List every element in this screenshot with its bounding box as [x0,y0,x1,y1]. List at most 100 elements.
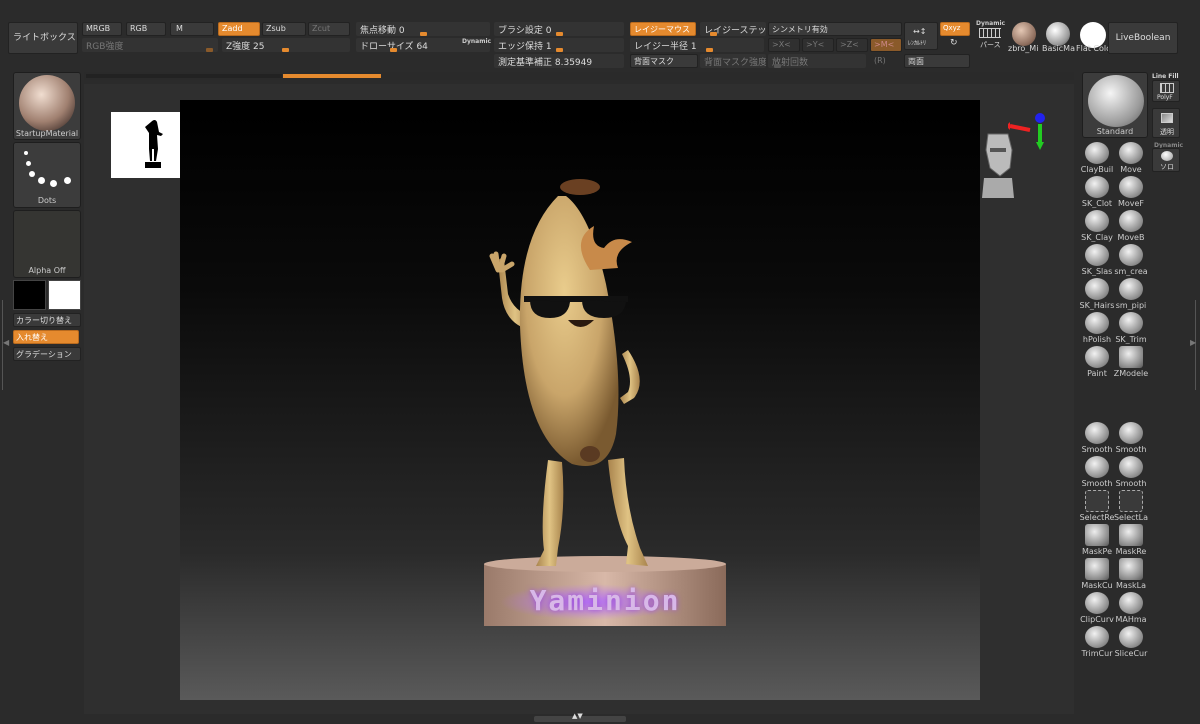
rotate-icon[interactable]: ↻ [950,38,958,48]
left-collapse-handle[interactable]: ◀ [2,300,9,390]
brush-zmodele[interactable]: ZModele [1114,346,1148,380]
both-sides-button[interactable]: 両面 [904,54,970,68]
brush-paint[interactable]: Paint [1080,346,1114,380]
brush-smooth[interactable]: Smooth [1114,456,1148,490]
material-slot[interactable]: StartupMaterial [13,72,81,140]
brush-maskla[interactable]: MaskLa [1114,558,1148,592]
primary-color-swatch[interactable] [13,280,46,310]
brush-move[interactable]: Move [1114,142,1148,176]
m-axis-button[interactable]: >M< [870,38,902,52]
mask-curve-icon [1085,558,1109,580]
lazy-mouse-button[interactable]: レイジーマウス [630,22,696,36]
y-axis-button[interactable]: >Y< [802,38,834,52]
focal-shift-slider[interactable]: 焦点移動 0 [356,22,490,36]
bottom-arrows-icon: ▲▼ [572,712,583,720]
xyz-button[interactable]: Qxyz [940,22,970,36]
document-canvas[interactable]: Yaminion [180,100,1045,700]
brush-slicecur[interactable]: SliceCur [1114,626,1148,660]
brush-selectla[interactable]: SelectLa [1114,490,1148,524]
bottom-collapse-handle[interactable]: ▲▼ [534,712,626,722]
brush-label: Move [1120,165,1142,174]
mrgb-button[interactable]: MRGB [82,22,122,36]
smooth-icon [1119,422,1143,444]
perspective-label[interactable]: パース [980,40,1001,50]
mask-rect-icon [1119,524,1143,546]
zcut-button[interactable]: Zcut [308,22,350,36]
brush-trimcur[interactable]: TrimCur [1080,626,1114,660]
gradient-button[interactable]: グラデーション [13,347,81,361]
brush-sk-hairs[interactable]: SK_Hairs [1080,278,1114,312]
brush-label: TrimCur [1081,649,1113,658]
radial-count-slider[interactable]: 放射回数 [768,54,866,68]
zsub-button[interactable]: Zsub [262,22,306,36]
zadd-button[interactable]: Zadd [218,22,260,36]
sk-hair-icon [1085,278,1109,300]
brush-label: SK_Trim [1115,335,1147,344]
brush-maskcu[interactable]: MaskCu [1080,558,1114,592]
x-axis-button[interactable]: >X< [768,38,800,52]
brush-setting-slider[interactable]: ブラシ設定 0 [494,22,624,36]
color-switch-button[interactable]: カラー切り替え [13,313,81,327]
stroke-slot[interactable]: Dots [13,142,81,208]
solo-button[interactable]: ソロ [1152,148,1180,172]
standard-brush-slot[interactable]: Standard [1082,72,1148,138]
grid-icon[interactable] [979,28,1001,38]
liveboolean-button[interactable]: LiveBoolean [1108,22,1178,54]
measure-correction-slider[interactable]: 測定基準補正 8.35949 [494,54,624,68]
back-mask-button[interactable]: 背面マスク [630,54,698,68]
back-mask-intensity-slider[interactable]: 背面マスク強度 [700,54,766,68]
brush-sk-clay[interactable]: SK_Clay [1080,210,1114,244]
lazy-step-slider[interactable]: レイジーステップ [700,22,766,36]
alpha-slot[interactable]: Alpha Off [13,210,81,278]
brush-maskpe[interactable]: MaskPe [1080,524,1114,558]
lightbox-button[interactable]: ライトボックス [8,22,78,54]
brush-smooth[interactable]: Smooth [1080,456,1114,490]
edge-keep-slider[interactable]: エッジ保持 1 [494,38,624,52]
swap-button[interactable]: 入れ替え [13,330,79,344]
secondary-color-swatch[interactable] [48,280,81,310]
move-b-icon [1119,210,1143,232]
trim-curve-icon [1085,626,1109,648]
brush-clipcurv[interactable]: ClipCurv [1080,592,1114,626]
brush-hpolish[interactable]: hPolish [1080,312,1114,346]
brush-sk-slas[interactable]: SK_Slas [1080,244,1114,278]
rgb-intensity-slider[interactable]: RGB強度 [82,38,218,52]
local-symmetry-button[interactable]: ↔↕ ﾚﾝｶﾙﾄﾘ [904,22,938,50]
brush-smooth[interactable]: Smooth [1114,422,1148,456]
rgb-button[interactable]: RGB [126,22,166,36]
right-arrow-icon: ▶ [1190,338,1197,347]
brush-sm-crea[interactable]: sm_crea [1114,244,1148,278]
brush-sk-trim[interactable]: SK_Trim [1114,312,1148,346]
brush-mahma[interactable]: MAHma [1114,592,1148,626]
lazy-radius-slider[interactable]: レイジー半径 1 [630,38,764,52]
left-leg [536,460,564,566]
brush-smooth[interactable]: Smooth [1080,422,1114,456]
brush-claybuil[interactable]: ClayBuil [1080,142,1114,176]
orientation-head-icon[interactable] [980,128,1016,198]
z-axis-button[interactable]: >Z< [836,38,868,52]
select-lasso-icon [1119,490,1143,512]
brush-moveb[interactable]: MoveB [1114,210,1148,244]
brush-setting-value: 0 [545,26,552,36]
standard-brush-icon [1088,75,1144,127]
brush-label: Smooth [1081,479,1113,488]
dynamic-label[interactable]: Dynamic [462,38,491,45]
material-basic-icon[interactable] [1046,22,1070,46]
transparent-button[interactable]: 透明 [1152,108,1180,138]
move-f-icon [1119,176,1143,198]
brush-movef[interactable]: MoveF [1114,176,1148,210]
material-zbro-icon[interactable] [1012,22,1036,46]
right-collapse-handle[interactable]: ▶ [1190,300,1196,390]
brush-label: Paint [1087,369,1107,378]
m-button[interactable]: M [170,22,214,36]
symmetry-button[interactable]: シンメトリ有効 [768,22,902,36]
r-label[interactable]: (R) [874,56,886,65]
slice-curve-icon [1119,626,1143,648]
brush-selectre[interactable]: SelectRe [1080,490,1114,524]
brush-sk-clot[interactable]: SK_Clot [1080,176,1114,210]
brush-sm-pipi[interactable]: sm_pipi [1114,278,1148,312]
brush-maskre[interactable]: MaskRe [1114,524,1148,558]
z-intensity-slider[interactable]: Z強度 25 [222,38,350,52]
polyf-button[interactable]: PolyF [1152,80,1180,102]
tab-active-indicator[interactable] [283,74,381,78]
